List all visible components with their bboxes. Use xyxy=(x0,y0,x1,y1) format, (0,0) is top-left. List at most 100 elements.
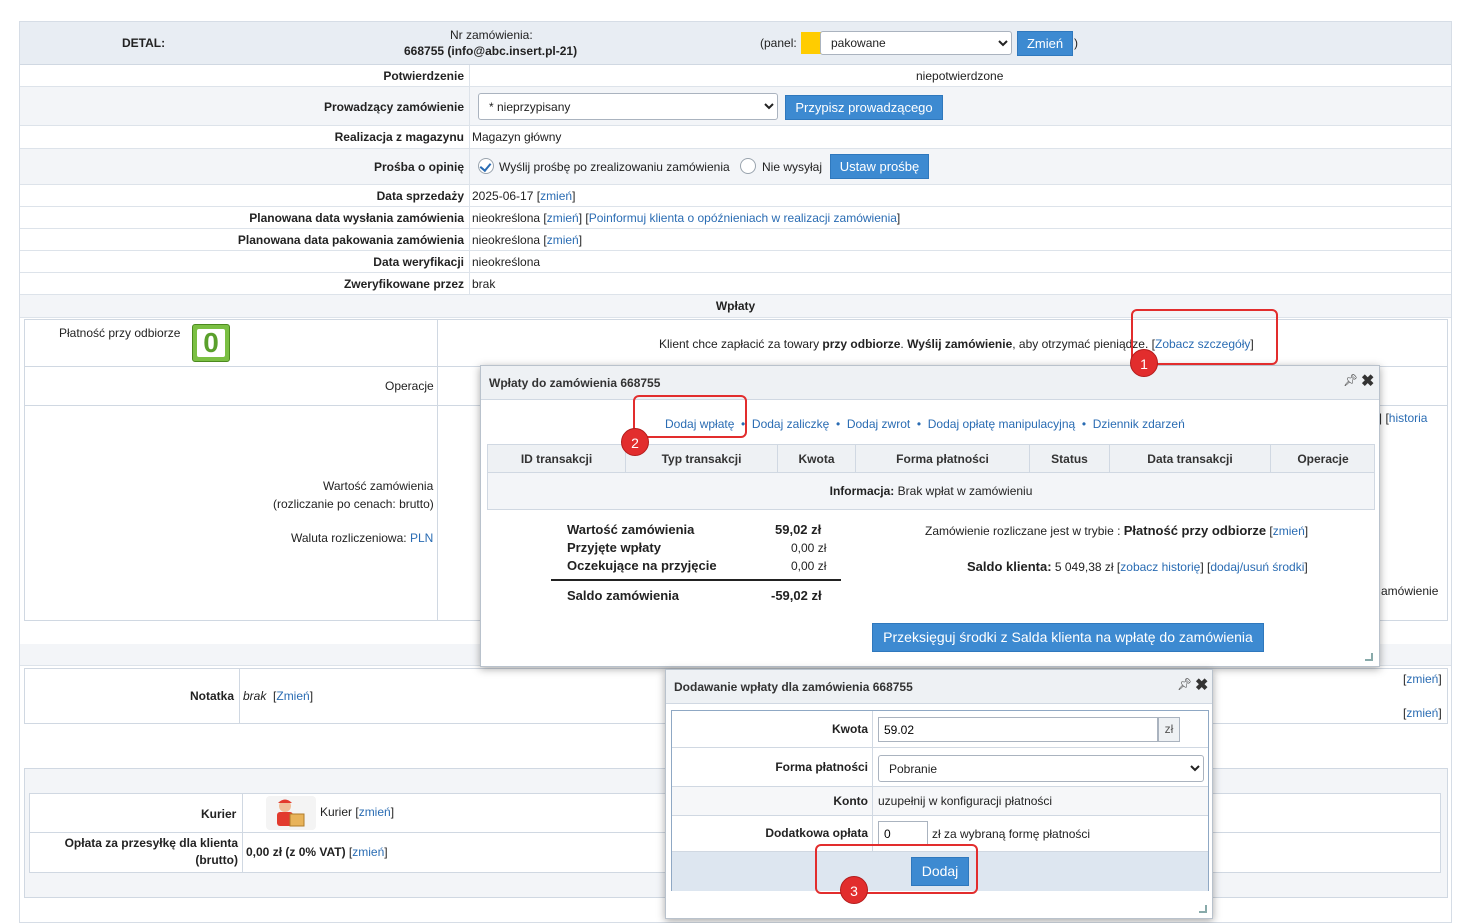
close-icon[interactable]: ✖ xyxy=(1361,371,1374,391)
row-realizacja: Realizacja z magazynu Magazyn główny xyxy=(20,126,1451,149)
sum-wartosc-label: Wartość zamówienia xyxy=(567,522,695,537)
change-shipping-fee-link[interactable]: zmień xyxy=(352,845,384,859)
konto-value: uzupełnij w konfiguracji płatności xyxy=(878,794,1053,808)
row-zweryfikowane: Zweryfikowane przez brak xyxy=(20,273,1451,295)
sum-wartosc-value: 59,02 zł xyxy=(775,522,822,537)
planowana-pakowanie-value: nieokreślona [zmień] xyxy=(472,233,583,247)
potwierdzenie-value: niepotwierdzone xyxy=(916,69,1004,83)
radio-send-request-label: Wyślij prośbę po zrealizowaniu zamówieni… xyxy=(499,160,730,174)
change-ship-date-link[interactable]: zmień xyxy=(547,211,579,225)
courier-icon xyxy=(266,796,316,830)
extra-fee-suffix: zł za wybraną formę płatności xyxy=(932,827,1091,841)
event-log-link[interactable]: Dziennik zdarzeń xyxy=(1093,417,1185,431)
edit-note-link[interactable]: Zmień xyxy=(276,689,309,703)
order-header: DETAL: Nr zamówienia: 668755 (info@abc.i… xyxy=(20,22,1451,65)
add-advance-link[interactable]: Dodaj zaliczkę xyxy=(752,417,829,431)
row-data-weryfikacji: Data weryfikacji nieokreślona xyxy=(20,251,1451,273)
payments-dialog: Wpłaty do zamówienia 668755 📌︎ ✖ Dodaj w… xyxy=(480,365,1380,667)
settlement-mode: Zamówienie rozliczane jest w trybie : Pł… xyxy=(925,523,1309,538)
operacje-label: Operacje xyxy=(385,379,434,393)
historia-link[interactable]: historia xyxy=(1389,411,1428,425)
radio-no-send[interactable] xyxy=(740,158,756,174)
payment-method-select[interactable]: Pobranie xyxy=(878,755,1204,782)
konto-label: Konto xyxy=(833,794,868,808)
row-prowadzacy: Prowadzący zamówienie * nieprzypisany Pr… xyxy=(20,87,1451,126)
transfer-funds-button[interactable]: Przeksięguj środki z Salda klienta na wp… xyxy=(872,623,1264,652)
client-balance: Saldo klienta: 5 049,38 zł [zobacz histo… xyxy=(967,559,1308,574)
annotation-box-2 xyxy=(633,395,747,438)
planowana-wysylka-value: nieokreślona [zmień] [Poinformuj klienta… xyxy=(472,211,901,225)
amount-input[interactable] xyxy=(878,717,1158,742)
no-payments-info: Informacja: Brak wpłat w zamówieniu xyxy=(488,473,1374,509)
col-status: Status xyxy=(1030,445,1110,473)
sum-przyjete-value: 0,00 zł xyxy=(791,541,827,555)
detal-label: DETAL: xyxy=(122,36,166,50)
oplata-value: 0,00 zł (z 0% VAT) [zmień] xyxy=(246,845,388,859)
sum-oczekujace-value: 0,00 zł xyxy=(791,559,827,573)
realizacja-label: Realizacja z magazynu xyxy=(334,130,464,144)
notatka-value: brak [Zmień] xyxy=(243,689,314,703)
data-weryfikacji-label: Data weryfikacji xyxy=(373,255,464,269)
waluta-label: Waluta rozliczeniowa: PLN xyxy=(291,531,434,545)
planowana-wysylka-label: Planowana data wysłania zamówienia xyxy=(249,211,464,225)
kurier-label: Kurier xyxy=(201,807,237,821)
assign-manager-button[interactable]: Przypisz prowadzącego xyxy=(785,95,943,120)
order-status-select[interactable]: pakowane xyxy=(820,31,1012,55)
prowadzacy-select[interactable]: * nieprzypisany xyxy=(478,93,778,120)
row-planowana-wysylka: Planowana data wysłania zamówienia nieok… xyxy=(20,207,1451,229)
notatka-right2: [zmień] xyxy=(1403,706,1442,720)
change-courier-link[interactable]: zmień xyxy=(359,805,391,819)
change-mode-link[interactable]: zmień xyxy=(1273,524,1305,538)
realizacja-value: Magazyn główny xyxy=(472,130,562,144)
currency-link[interactable]: PLN xyxy=(410,531,433,545)
row-planowana-pakowanie: Planowana data pakowania zamówienia nieo… xyxy=(20,229,1451,251)
data-sprzedazy-value: 2025-06-17 [zmień] xyxy=(472,189,576,203)
change-sale-date-link[interactable]: zmień xyxy=(540,189,572,203)
radio-send-request[interactable] xyxy=(478,158,494,174)
balance-history-link[interactable]: zobacz historię xyxy=(1120,560,1200,574)
col-amount: Kwota xyxy=(778,445,856,473)
pin-icon-2[interactable]: 📌︎ xyxy=(1177,677,1192,691)
change-pack-date-link[interactable]: zmień xyxy=(547,233,579,247)
payment-badge-number: 0 xyxy=(197,329,225,357)
close-icon-2[interactable]: ✖ xyxy=(1195,675,1208,695)
inform-client-link[interactable]: Poinformuj klienta o opóźnieniach w real… xyxy=(589,211,897,225)
wartosc-label: Wartość zamówienia xyxy=(323,479,434,493)
dodatkowa-label: Dodatkowa opłata xyxy=(765,826,868,840)
payment-method-label: Płatność przy odbiorze xyxy=(59,326,181,340)
sum-oczekujace-label: Oczekujące na przyjęcie xyxy=(567,558,717,573)
row-prosba: Prośba o opinię Wyślij prośbę po zrealiz… xyxy=(20,149,1451,185)
panel-close: ) xyxy=(1074,36,1078,50)
zweryfikowane-value: brak xyxy=(472,277,496,291)
saldo-label: Saldo zamówienia xyxy=(567,588,679,603)
currency-addon: zł xyxy=(1158,717,1180,742)
oplata-label-2: (brutto) xyxy=(195,853,238,867)
status-color-swatch xyxy=(801,32,821,54)
order-number: 668755 (info@abc.insert.pl-21) xyxy=(404,44,578,58)
row-data-sprzedazy: Data sprzedaży 2025-06-17 [zmień] xyxy=(20,185,1451,207)
add-payment-dialog-title: Dodawanie wpłaty dla zamówienia 668755 xyxy=(666,670,1212,704)
edit-link-right2[interactable]: zmień xyxy=(1406,706,1438,720)
annotation-marker-2: 2 xyxy=(621,428,649,456)
change-status-button[interactable]: Zmień xyxy=(1017,31,1073,56)
payments-dialog-title: Wpłaty do zamówienia 668755 xyxy=(481,366,1379,400)
extra-fee-input[interactable] xyxy=(878,821,928,846)
radio-no-send-label: Nie wysyłaj xyxy=(762,160,823,174)
set-request-button[interactable]: Ustaw prośbę xyxy=(830,154,929,179)
prosba-label: Prośba o opinię xyxy=(373,160,464,174)
forma-label: Forma płatności xyxy=(775,760,868,774)
kurier-value: Kurier [zmień] xyxy=(320,805,395,819)
row-potwierdzenie: Potwierdzenie niepotwierdzone xyxy=(20,65,1451,87)
add-refund-link[interactable]: Dodaj zwrot xyxy=(847,417,910,431)
pin-icon[interactable]: 📌︎ xyxy=(1343,373,1358,387)
saldo-value: -59,02 zł xyxy=(771,588,822,603)
notatka-label: Notatka xyxy=(190,689,235,703)
notatka-right1: [zmień] xyxy=(1403,672,1442,686)
col-ops: Operacje xyxy=(1297,452,1349,466)
edit-link-right1[interactable]: zmień xyxy=(1406,672,1438,686)
add-handling-fee-link[interactable]: Dodaj opłatę manipulacyjną xyxy=(928,417,1075,431)
resize-handle-icon-2[interactable] xyxy=(1199,905,1207,913)
resize-handle-icon[interactable] xyxy=(1365,653,1373,661)
data-sprzedazy-label: Data sprzedaży xyxy=(376,189,464,203)
add-remove-funds-link[interactable]: dodaj/usuń środki xyxy=(1210,560,1304,574)
